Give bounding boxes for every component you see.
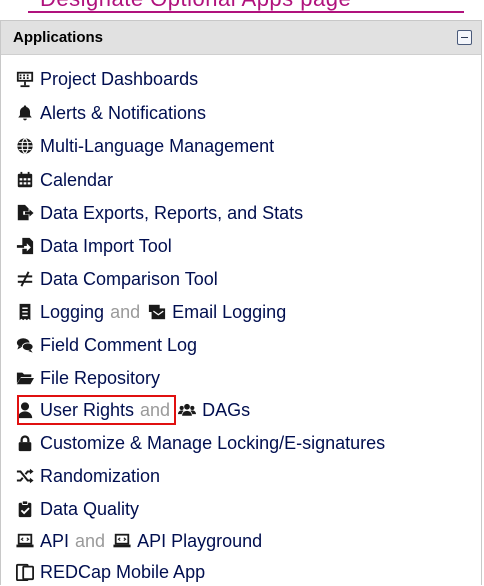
- menu-item-logging[interactable]: Logging and Email Logging: [14, 298, 286, 326]
- clipboard-check-icon: [14, 499, 36, 519]
- menu-item-label[interactable]: Data Comparison Tool: [40, 269, 218, 290]
- menu-item-user-rights[interactable]: User Rights and DAGs: [14, 396, 250, 424]
- globe-icon: [14, 136, 36, 156]
- menu-item-label[interactable]: Data Import Tool: [40, 236, 172, 257]
- menu-item-label[interactable]: API: [40, 531, 69, 552]
- menu-item-label[interactable]: Customize & Manage Locking/E-signatures: [40, 433, 385, 454]
- menu-item-data-import[interactable]: Data Import Tool: [14, 232, 172, 260]
- not-equal-icon: [14, 269, 36, 289]
- menu-item-calendar[interactable]: Calendar: [14, 166, 113, 194]
- separator-text: and: [140, 399, 171, 420]
- menu-item-redcap-mobile[interactable]: REDCap Mobile App: [14, 558, 205, 586]
- file-import-icon: [14, 236, 36, 256]
- separator-text: and: [110, 301, 141, 322]
- menu-item-randomization[interactable]: Randomization: [14, 462, 160, 490]
- panel-title: Applications: [13, 29, 104, 46]
- menu-item-project-dashboards[interactable]: Project Dashboards: [14, 65, 198, 93]
- menu-item-label[interactable]: Data Exports, Reports, and Stats: [40, 203, 303, 224]
- laptop-code-icon: [111, 531, 133, 551]
- menu-item-label[interactable]: Data Quality: [40, 499, 139, 520]
- file-export-icon: [14, 203, 36, 223]
- menu-item-alerts[interactable]: Alerts & Notifications: [14, 99, 206, 127]
- tablet-icon: [14, 562, 36, 582]
- menu-item-data-comparison[interactable]: Data Comparison Tool: [14, 265, 218, 293]
- receipt-icon: [14, 302, 36, 322]
- menu-item-secondary-label[interactable]: DAGs: [202, 400, 250, 421]
- lock-icon: [14, 433, 36, 453]
- bell-icon: [14, 103, 36, 123]
- random-icon: [14, 466, 36, 486]
- menu-item-locking[interactable]: Customize & Manage Locking/E-signatures: [14, 429, 385, 457]
- menu-item-label[interactable]: Logging: [40, 302, 104, 323]
- presentation-icon: [14, 69, 36, 89]
- top-link-cut[interactable]: Designate Optional Apps page: [0, 0, 484, 22]
- menu-item-label[interactable]: REDCap Mobile App: [40, 562, 205, 583]
- menu-item-file-repository[interactable]: File Repository: [14, 364, 160, 392]
- folder-open-icon: [14, 368, 36, 388]
- panel-header: Applications: [1, 21, 481, 55]
- menu-item-data-exports[interactable]: Data Exports, Reports, and Stats: [14, 199, 303, 227]
- menu-item-multi-language[interactable]: Multi-Language Management: [14, 132, 274, 160]
- collapse-button[interactable]: [457, 30, 472, 45]
- laptop-code-icon: [14, 531, 36, 551]
- comments-icon: [14, 335, 36, 355]
- menu-item-data-quality[interactable]: Data Quality: [14, 495, 139, 523]
- menu-item-field-comment-log[interactable]: Field Comment Log: [14, 331, 197, 359]
- menu-item-label[interactable]: Project Dashboards: [40, 69, 198, 90]
- top-link-underline: [28, 11, 464, 13]
- mail-bulk-icon: [146, 302, 168, 322]
- menu-item-label[interactable]: File Repository: [40, 368, 160, 389]
- user-icon: [14, 400, 36, 420]
- menu-item-secondary-label[interactable]: Email Logging: [172, 302, 286, 323]
- menu-item-api[interactable]: API and API Playground: [14, 527, 262, 555]
- menu-item-label[interactable]: User Rights: [40, 400, 134, 421]
- separator-text: and: [75, 530, 106, 551]
- menu-item-label[interactable]: Calendar: [40, 170, 113, 191]
- menu-item-label[interactable]: Multi-Language Management: [40, 136, 274, 157]
- menu-item-label[interactable]: Randomization: [40, 466, 160, 487]
- calendar-icon: [14, 170, 36, 190]
- menu-item-label[interactable]: Alerts & Notifications: [40, 103, 206, 124]
- users-icon: [176, 400, 198, 420]
- menu-item-label[interactable]: Field Comment Log: [40, 335, 197, 356]
- menu-item-secondary-label[interactable]: API Playground: [137, 531, 262, 552]
